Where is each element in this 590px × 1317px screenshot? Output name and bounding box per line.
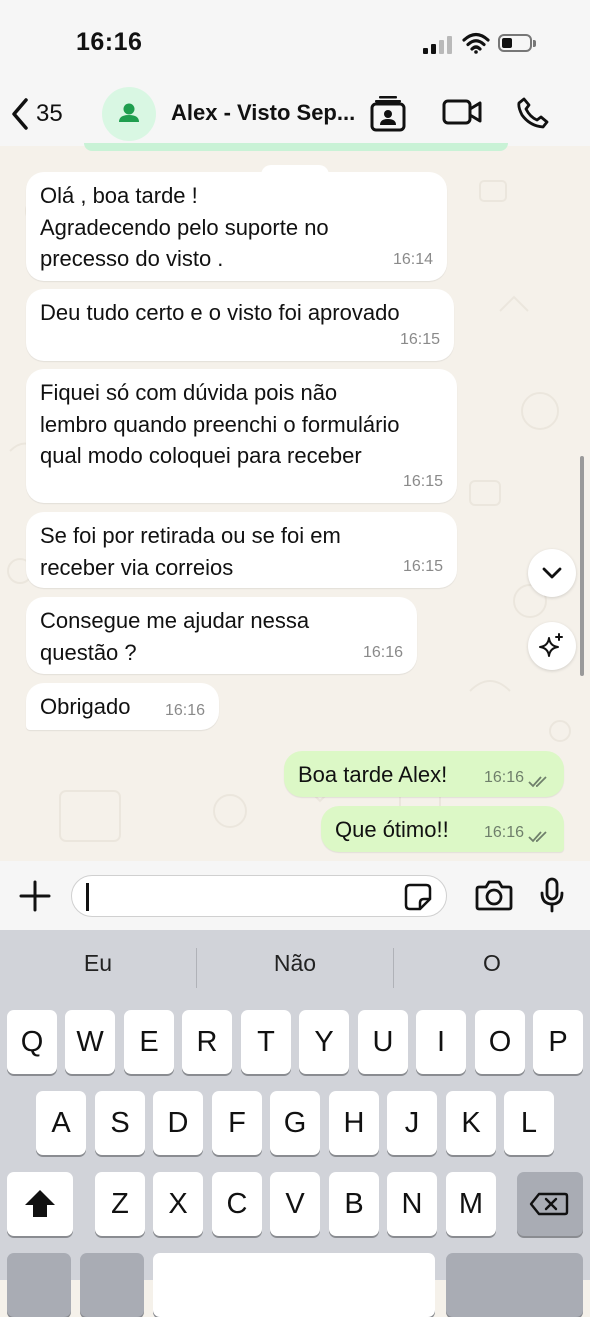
key-l[interactable]: L [504,1091,554,1155]
battery-icon [498,34,536,52]
key-e[interactable]: E [124,1010,174,1074]
key-d[interactable]: D [153,1091,203,1155]
key-k[interactable]: K [446,1091,496,1155]
shift-arrow-icon [25,1190,55,1217]
status-bar: 16:16 [0,0,590,84]
key-t[interactable]: T [241,1010,291,1074]
phone-call-icon[interactable] [516,96,550,130]
message-time: 16:16 [362,643,403,661]
scrollbar[interactable] [580,456,584,676]
double-check-icon [528,831,547,843]
message-bubble-incoming[interactable]: Deu tudo certo e o visto foi aprovado 16… [26,289,454,361]
back-button[interactable]: 35 [10,94,63,134]
key-n[interactable]: N [387,1172,437,1236]
backspace-key[interactable] [517,1172,583,1236]
chevron-left-icon [12,98,28,130]
message-time: 16:16 [164,701,205,719]
contact-avatar[interactable] [102,87,156,141]
key-h[interactable]: H [329,1091,379,1155]
contact-name[interactable]: Alex - Visto Sep... [171,100,355,126]
chat-header: 35 Alex - Visto Sep... [0,84,590,146]
key-v[interactable]: V [270,1172,320,1236]
key-a[interactable]: A [36,1091,86,1155]
key-u[interactable]: U [358,1010,408,1074]
backspace-icon [529,1192,569,1216]
message-time: 16:15 [399,330,440,348]
message-bubble-incoming[interactable]: Olá , boa tarde ! Agradecendo pelo supor… [26,172,447,281]
contact-card-icon[interactable] [370,94,406,134]
emoji-key[interactable] [80,1253,144,1317]
message-time: 16:15 [402,557,443,575]
key-x[interactable]: X [153,1172,203,1236]
unread-count: 35 [36,100,63,127]
message-bubble-incoming[interactable]: Fiquei só com dúvida pois não lembro qua… [26,369,457,503]
message-text: Fiquei só com dúvida pois não lembro qua… [40,380,400,468]
message-time: 16:16 [483,768,524,786]
status-time: 16:16 [76,28,143,56]
text-caret [86,883,89,911]
key-g[interactable]: G [270,1091,320,1155]
key-z[interactable]: Z [95,1172,145,1236]
key-s[interactable]: S [95,1091,145,1155]
microphone-icon[interactable] [538,877,566,913]
chat-area[interactable]: Hoje Olá , boa tarde ! Agradecendo pelo … [0,151,590,861]
shift-key[interactable] [7,1172,73,1236]
key-m[interactable]: M [446,1172,496,1236]
ai-sparkle-button[interactable] [528,622,576,670]
message-bubble-incoming[interactable]: Se foi por retirada ou se foi em receber… [26,512,457,588]
input-bar [0,861,590,930]
banner-edge [84,143,508,151]
message-text: Deu tudo certo e o visto foi aprovado [40,300,400,325]
suggestion-2[interactable]: Não [197,950,393,977]
cellular-signal-icon [423,34,453,54]
message-input[interactable] [71,875,447,917]
key-y[interactable]: Y [299,1010,349,1074]
key-i[interactable]: I [416,1010,466,1074]
message-time: 16:14 [392,250,433,268]
message-time: 16:15 [402,472,443,490]
chevron-down-icon [542,567,562,579]
message-bubble-outgoing[interactable]: Boa tarde Alex! 16:16 [284,751,564,797]
space-key[interactable] [153,1253,435,1317]
video-call-icon[interactable] [442,97,482,127]
key-b[interactable]: B [329,1172,379,1236]
message-time: 16:16 [483,823,524,841]
key-q[interactable]: Q [7,1010,57,1074]
key-c[interactable]: C [212,1172,262,1236]
key-f[interactable]: F [212,1091,262,1155]
key-r[interactable]: R [182,1010,232,1074]
message-text: Que ótimo!! [335,817,449,842]
camera-icon[interactable] [475,879,513,911]
plus-icon[interactable] [18,879,52,913]
message-text: Olá , boa tarde ! Agradecendo pelo supor… [40,183,329,271]
numbers-key[interactable] [7,1253,71,1317]
wifi-icon [462,32,490,54]
double-check-icon [528,776,547,788]
message-text: Boa tarde Alex! [298,762,448,787]
suggestion-3[interactable]: O [394,950,590,977]
keyboard: Eu Não O Q W E R T Y U I O P A S D F G H… [0,930,590,1317]
sparkle-icon [539,633,563,657]
message-text: Se foi por retirada ou se foi em receber… [40,523,341,580]
scroll-down-button[interactable] [528,549,576,597]
return-key[interactable] [446,1253,583,1317]
person-icon [119,103,139,122]
message-bubble-outgoing[interactable]: Que ótimo!! 16:16 [321,806,564,852]
key-j[interactable]: J [387,1091,437,1155]
key-w[interactable]: W [65,1010,115,1074]
key-p[interactable]: P [533,1010,583,1074]
key-o[interactable]: O [475,1010,525,1074]
message-bubble-incoming[interactable]: Consegue me ajudar nessa questão ? 16:16 [26,597,417,674]
suggestion-1[interactable]: Eu [0,950,196,977]
message-bubble-incoming[interactable]: Obrigado 16:16 [26,683,219,730]
sticker-icon[interactable] [404,883,432,911]
message-text: Consegue me ajudar nessa questão ? [40,608,310,665]
